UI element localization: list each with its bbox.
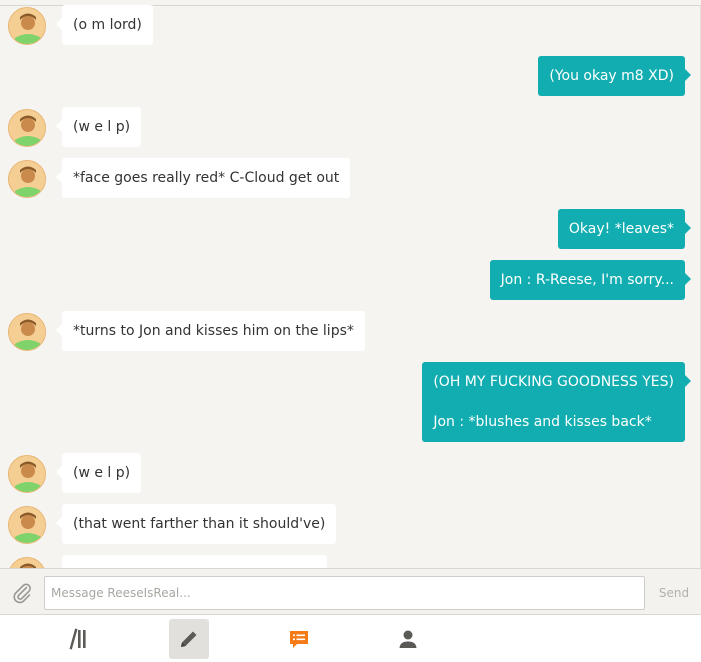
chat-screen: (o m lord) (You okay m8 XD) (w e l p) *f… xyxy=(0,0,701,662)
message-line: Jon : *blushes and kisses back* xyxy=(433,414,652,430)
message-row: (w e l p) xyxy=(0,107,701,147)
avatar-image xyxy=(9,314,45,350)
message-row: *turns to Jon and kisses him on the lips… xyxy=(0,311,701,351)
pencil-icon xyxy=(181,631,197,647)
avatar-image xyxy=(9,507,45,543)
bottom-tab-bar xyxy=(0,614,701,662)
incoming-message[interactable]: (w e l p) xyxy=(55,453,142,493)
paperclip-icon[interactable] xyxy=(10,581,34,605)
avatar[interactable] xyxy=(8,109,46,147)
incoming-message[interactable]: *face goes really red* C-Cloud get out xyxy=(55,158,351,198)
tab-write[interactable] xyxy=(169,619,209,659)
library-icon xyxy=(69,628,86,650)
incoming-message[interactable]: (w e l p) xyxy=(55,107,142,147)
avatar[interactable] xyxy=(8,7,46,45)
avatar[interactable] xyxy=(8,455,46,493)
incoming-message[interactable]: (that went farther than it should've) xyxy=(55,504,337,544)
message-row: (You okay m8 XD) xyxy=(0,56,701,96)
message-row: (w e l p) xyxy=(0,453,701,493)
message-row: (that went farther than it should've) xyxy=(0,504,701,544)
message-row xyxy=(0,555,701,568)
avatar[interactable] xyxy=(8,506,46,544)
profile-icon xyxy=(399,630,417,648)
incoming-message[interactable]: *turns to Jon and kisses him on the lips… xyxy=(56,311,365,351)
message-row: (o m lord) xyxy=(0,5,701,45)
message-row: (OH MY FUCKING GOODNESS YES) Jon : *blus… xyxy=(0,362,701,442)
send-button[interactable]: Send xyxy=(651,576,697,610)
avatar-image xyxy=(9,456,45,492)
incoming-message[interactable] xyxy=(62,555,327,568)
chat-icon xyxy=(290,631,308,648)
incoming-message[interactable]: (o m lord) xyxy=(56,5,153,45)
outgoing-message[interactable]: Jon : R-Reese, I'm sorry... xyxy=(489,260,692,300)
tab-library[interactable] xyxy=(59,619,99,659)
avatar-image xyxy=(9,8,45,44)
outgoing-message[interactable]: (You okay m8 XD) xyxy=(538,56,691,96)
outgoing-message[interactable]: Okay! *leaves* xyxy=(557,209,692,249)
message-thread[interactable]: (o m lord) (You okay m8 XD) (w e l p) *f… xyxy=(0,0,701,568)
message-input[interactable] xyxy=(44,576,645,610)
avatar[interactable] xyxy=(8,160,46,198)
avatar-image xyxy=(9,161,45,197)
tab-profile[interactable] xyxy=(388,619,428,659)
avatar-image xyxy=(9,558,45,568)
message-composer: Send xyxy=(0,568,701,614)
avatar[interactable] xyxy=(8,557,46,568)
avatar-image xyxy=(9,110,45,146)
tab-chat[interactable] xyxy=(279,619,319,659)
outgoing-message[interactable]: (OH MY FUCKING GOODNESS YES) Jon : *blus… xyxy=(422,362,691,442)
avatar[interactable] xyxy=(8,313,46,351)
message-row: Jon : R-Reese, I'm sorry... xyxy=(0,260,701,300)
message-row: *face goes really red* C-Cloud get out xyxy=(0,158,701,198)
message-row: Okay! *leaves* xyxy=(0,209,701,249)
message-line: (OH MY FUCKING GOODNESS YES) xyxy=(433,374,674,390)
